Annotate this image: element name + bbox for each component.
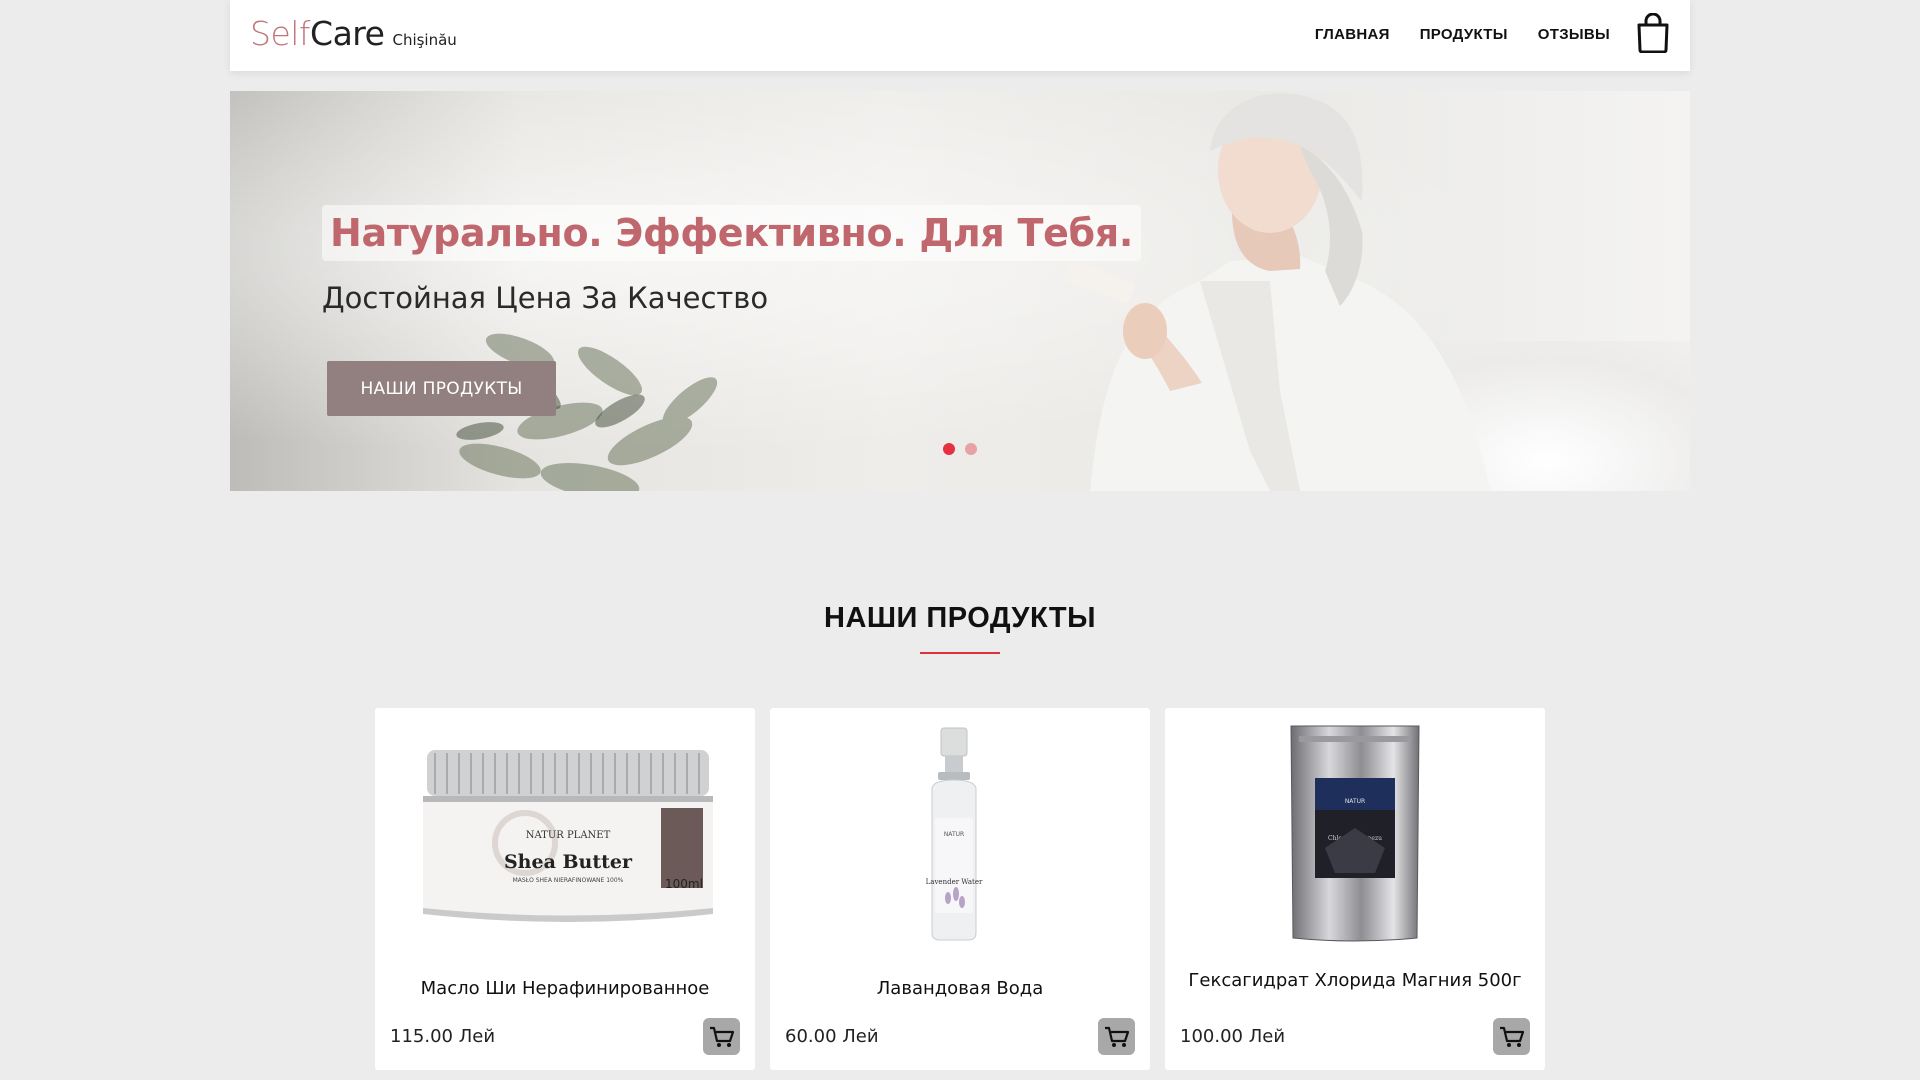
svg-text:NATUR: NATUR: [944, 831, 964, 838]
hero-title-wrap: Натурально. Эффективно. Для Тебя.: [322, 205, 1142, 261]
svg-text:MASŁO SHEA NIERAFINOWANE 100%: MASŁO SHEA NIERAFINOWANE 100%: [513, 877, 624, 884]
hero-model-image: [1064, 93, 1490, 491]
product-name[interactable]: Гексагидрат Хлорида Магния 500г: [1185, 972, 1525, 990]
products-section-title: НАШИ ПРОДУКТЫ: [824, 602, 1096, 634]
svg-text:100ml: 100ml: [665, 877, 703, 891]
add-to-cart-button[interactable]: [1098, 1018, 1135, 1055]
brand-self: Self: [250, 14, 311, 53]
shopping-bag-icon[interactable]: [1636, 13, 1670, 53]
product-price: 115.00 Лей: [390, 1026, 496, 1047]
product-image-shea-butter[interactable]: NATUR PLANET Shea Butter MASŁO SHEA NIER…: [375, 708, 755, 958]
product-card[interactable]: NATUR PLANET Shea Butter MASŁO SHEA NIER…: [375, 708, 755, 1070]
product-price: 60.00 Лей: [785, 1026, 879, 1047]
svg-text:NATUR: NATUR: [1345, 798, 1365, 805]
cart-icon: [709, 1026, 734, 1047]
product-card[interactable]: NATUR Lavender Water Лавандовая Вода 60.…: [770, 708, 1150, 1070]
main-nav: ГЛАВНАЯ ПРОДУКТЫ ОТЗЫВЫ: [1315, 26, 1610, 43]
add-to-cart-button[interactable]: [1493, 1018, 1530, 1055]
product-image-lavender-water[interactable]: NATUR Lavender Water: [770, 708, 1150, 958]
brand-care: Care: [310, 14, 385, 53]
section-underline: [920, 652, 1000, 654]
brand-city: Chişinău: [392, 31, 457, 49]
slider-dot-1[interactable]: [943, 443, 955, 455]
cart-icon: [1499, 1026, 1524, 1047]
cart-icon: [1104, 1026, 1129, 1047]
svg-text:Shea Butter: Shea Butter: [504, 851, 633, 873]
nav-reviews[interactable]: ОТЗЫВЫ: [1538, 26, 1610, 43]
add-to-cart-button[interactable]: [703, 1018, 740, 1055]
svg-text:Lavender Water: Lavender Water: [926, 878, 983, 886]
product-price: 100.00 Лей: [1180, 1026, 1286, 1047]
hero-slider: Натурально. Эффективно. Для Тебя. Достой…: [230, 91, 1690, 491]
svg-text:NATUR PLANET: NATUR PLANET: [526, 830, 611, 841]
brand-logo[interactable]: Self Care Chişinău: [250, 14, 457, 53]
product-card[interactable]: NATUR Chlorek Magnezu Гексагидрат Хлорид…: [1165, 708, 1545, 1070]
site-header: Self Care Chişinău ГЛАВНАЯ ПРОДУКТЫ ОТЗЫВ…: [230, 0, 1690, 71]
slider-dots: [943, 443, 977, 455]
hero-subtitle: Достойная Цена За Качество: [322, 281, 769, 315]
product-name[interactable]: Масло Ши Нерафинированное: [395, 980, 735, 998]
nav-home[interactable]: ГЛАВНАЯ: [1315, 26, 1390, 43]
nav-products[interactable]: ПРОДУКТЫ: [1420, 26, 1508, 43]
hero-title: Натурально. Эффективно. Для Тебя.: [330, 211, 1134, 255]
hero-products-button[interactable]: НАШИ ПРОДУКТЫ: [327, 361, 556, 416]
slider-dot-2[interactable]: [965, 443, 977, 455]
product-name[interactable]: Лавандовая Вода: [790, 980, 1130, 998]
product-image-magnesium[interactable]: NATUR Chlorek Magnezu: [1165, 708, 1545, 958]
